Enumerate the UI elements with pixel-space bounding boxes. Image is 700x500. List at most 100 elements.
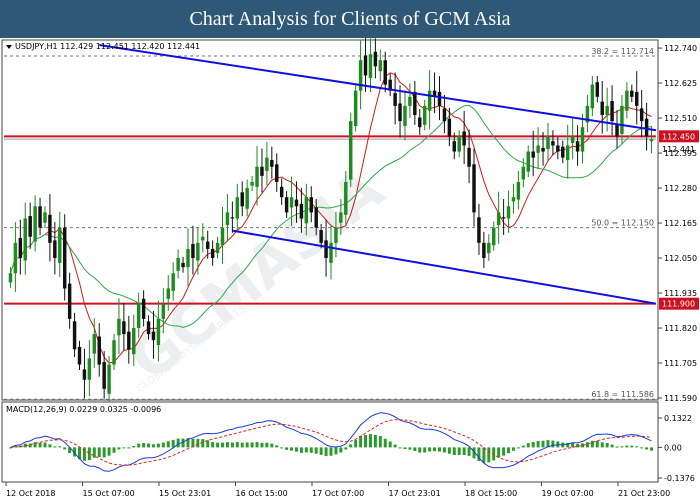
macd-histogram-bar bbox=[58, 446, 62, 448]
macd-histogram-bar bbox=[482, 447, 486, 463]
macd-histogram-bar bbox=[329, 447, 333, 456]
candle-body bbox=[220, 227, 225, 246]
candle-body bbox=[289, 197, 294, 208]
candle-body bbox=[487, 242, 491, 254]
time-axis: 12 Oct 2018 15 Oct 07:00 15 Oct 23:01 16 Oc… bbox=[5, 482, 670, 498]
macd-tick-label: 0.1322 bbox=[664, 414, 692, 423]
x-tick-label: 15 Oct 07:00 bbox=[83, 489, 135, 498]
macd-histogram-bar bbox=[48, 444, 52, 448]
candle-body bbox=[418, 117, 422, 128]
macd-histogram-bar bbox=[442, 447, 446, 453]
macd-histogram-bar bbox=[92, 447, 96, 458]
candle-body bbox=[67, 283, 72, 319]
candle-body bbox=[580, 127, 585, 152]
candle-body bbox=[255, 166, 259, 187]
candle-body bbox=[171, 273, 175, 291]
macd-histogram-bar bbox=[383, 438, 387, 448]
candle-body bbox=[393, 93, 397, 106]
macd-histogram-bar bbox=[428, 447, 432, 452]
macd-histogram-bar bbox=[260, 442, 264, 448]
macd-histogram-bar bbox=[102, 447, 106, 458]
y-tick-label: 111.590 bbox=[664, 394, 697, 403]
macd-histogram-bar bbox=[605, 442, 609, 448]
price-axis: 112.740 112.625 112.510 112.395 112.280 112.1… bbox=[658, 44, 697, 403]
candle-body bbox=[117, 318, 121, 336]
macd-histogram-bar bbox=[112, 447, 116, 453]
candle-body bbox=[541, 147, 545, 152]
macd-histogram-bar bbox=[640, 447, 644, 449]
macd-histogram-bar bbox=[378, 436, 382, 448]
macd-histogram-bar bbox=[507, 447, 511, 454]
candle-body bbox=[501, 217, 506, 219]
macd-histogram-bar bbox=[280, 447, 284, 449]
macd-histogram-bar bbox=[117, 447, 121, 450]
macd-histogram-bar bbox=[635, 446, 639, 448]
candle-body bbox=[373, 51, 378, 67]
candle-body bbox=[151, 331, 156, 341]
y-tick-label: 112.395 bbox=[664, 149, 697, 158]
macd-histogram-bar bbox=[161, 442, 165, 448]
candle-body bbox=[403, 105, 407, 126]
candle-body bbox=[284, 197, 289, 213]
candle-body bbox=[319, 230, 323, 243]
macd-histogram-bar bbox=[364, 435, 367, 448]
x-tick-label: 21 Oct 23:00 bbox=[618, 489, 670, 498]
macd-histogram-bar bbox=[467, 447, 471, 456]
macd-histogram-bar bbox=[462, 447, 466, 456]
macd-histogram-bar bbox=[536, 440, 540, 448]
macd-histogram-bar bbox=[63, 447, 67, 450]
macd-histogram-bar bbox=[97, 447, 101, 458]
candle-body bbox=[102, 362, 106, 389]
macd-histogram-bar bbox=[610, 444, 614, 448]
candle-body bbox=[348, 121, 353, 180]
candle-body bbox=[23, 218, 27, 261]
candle-body bbox=[122, 321, 126, 335]
macd-histogram-bar bbox=[87, 447, 91, 461]
y-tick-label: 111.935 bbox=[664, 289, 697, 298]
candle-body bbox=[279, 186, 284, 198]
macd-histogram-bar bbox=[275, 445, 279, 448]
candle-body bbox=[304, 197, 309, 224]
trading-chart[interactable]: GCMASIA GLOBAL CAPITAL MARKETS 38.2 = 11… bbox=[0, 38, 700, 500]
macd-histogram-bar bbox=[438, 447, 441, 452]
candle-body bbox=[368, 54, 373, 78]
candle-body bbox=[186, 248, 190, 268]
candle-body bbox=[531, 151, 535, 158]
candle-body bbox=[72, 321, 77, 350]
x-tick-label: 17 Oct 23:01 bbox=[389, 489, 441, 498]
macd-histogram-bar bbox=[295, 447, 298, 452]
x-tick-label: 15 Oct 23:01 bbox=[159, 489, 211, 498]
candle-body bbox=[630, 90, 634, 97]
macd-histogram-bar bbox=[137, 443, 141, 448]
candle-body bbox=[309, 197, 314, 213]
macd-tick-label: -0.1376 bbox=[664, 474, 695, 483]
macd-histogram-bar bbox=[221, 442, 224, 448]
candle-body bbox=[265, 157, 269, 172]
candle-body bbox=[526, 151, 530, 172]
macd-histogram-bar bbox=[349, 444, 353, 448]
macd-histogram-bar bbox=[132, 445, 136, 448]
candle-body bbox=[146, 321, 151, 335]
candle-body bbox=[201, 236, 205, 241]
macd-histogram-bar bbox=[511, 447, 515, 451]
candle-body bbox=[329, 242, 333, 263]
x-tick-label: 12 Oct 2018 bbox=[6, 489, 55, 498]
candle-body bbox=[38, 206, 42, 228]
fib-level-label: 38.2 = 112.714 bbox=[591, 47, 654, 56]
candle-body bbox=[107, 364, 111, 394]
candle-body bbox=[156, 318, 161, 346]
macd-histogram-bar bbox=[368, 434, 372, 448]
macd-plot-frame bbox=[1, 401, 659, 483]
macd-histogram-bar bbox=[122, 447, 126, 449]
candle-body bbox=[649, 139, 654, 142]
macd-histogram-bar bbox=[393, 444, 397, 448]
macd-histogram-bar bbox=[354, 439, 358, 448]
y-tick-label: 111.820 bbox=[664, 324, 697, 333]
macd-histogram-bar bbox=[576, 443, 580, 448]
candle-body bbox=[191, 244, 195, 259]
macd-histogram-bar bbox=[339, 447, 343, 453]
candle-body bbox=[644, 118, 649, 137]
y-tick-label: 112.165 bbox=[664, 219, 697, 228]
x-tick-label: 18 Oct 15:00 bbox=[465, 489, 517, 498]
candle-body bbox=[521, 166, 526, 180]
